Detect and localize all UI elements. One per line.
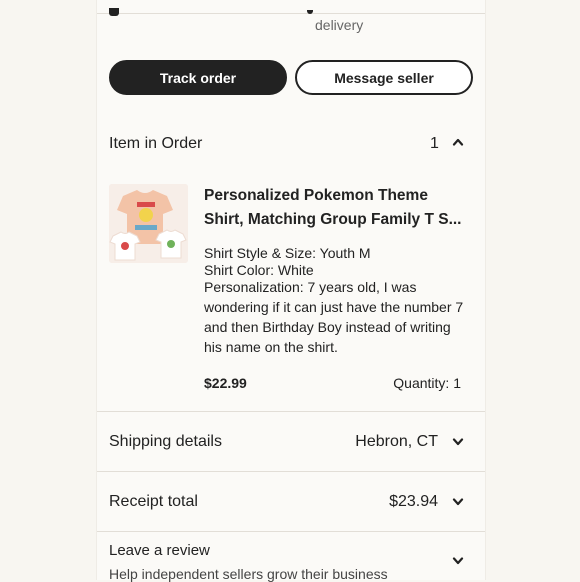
item-title-line: Shirt, Matching Group Family T S... [204, 211, 462, 228]
item-title[interactable]: Personalized Pokemon Theme Shirt, Matchi… [204, 184, 464, 232]
divider [97, 471, 485, 472]
item-personalization-line: Personalization: 7 years old, I was [204, 279, 417, 295]
top-divider [97, 8, 485, 16]
receipt-total-value: $23.94 [389, 493, 438, 510]
item-count: 1 [430, 135, 439, 152]
chevron-up-icon[interactable] [452, 138, 464, 146]
item-personalization-line: his name on the shirt. [204, 339, 338, 355]
delivery-label: delivery [315, 17, 364, 33]
receipt-total-label: Receipt total [109, 493, 198, 510]
item-price: $22.99 [204, 375, 247, 391]
partial-icon [307, 10, 313, 14]
items-section-title: Item in Order [109, 135, 203, 152]
chevron-down-icon[interactable] [452, 438, 464, 446]
shipping-details-label: Shipping details [109, 433, 222, 450]
leave-review-label[interactable]: Leave a review [109, 542, 210, 559]
chevron-down-icon[interactable] [452, 557, 464, 565]
item-personalization-line: and then Birthday Boy instead of writing [204, 319, 451, 335]
shipping-location: Hebron, CT [355, 433, 438, 450]
item-title-line: Personalized Pokemon Theme [204, 187, 428, 204]
divider [97, 411, 485, 412]
order-details-panel: delivery Track order Message seller Item… [96, 0, 486, 582]
divider [97, 531, 485, 532]
item-quantity: Quantity: 1 [393, 375, 461, 391]
track-order-button[interactable]: Track order [109, 60, 287, 95]
product-thumbnail[interactable] [109, 184, 188, 263]
shirt-image-icon [109, 184, 188, 263]
item-personalization-line: wondering if it can just have the number… [204, 299, 464, 315]
message-seller-button[interactable]: Message seller [295, 60, 473, 95]
chevron-down-icon[interactable] [452, 498, 464, 506]
partial-icon [109, 8, 119, 16]
